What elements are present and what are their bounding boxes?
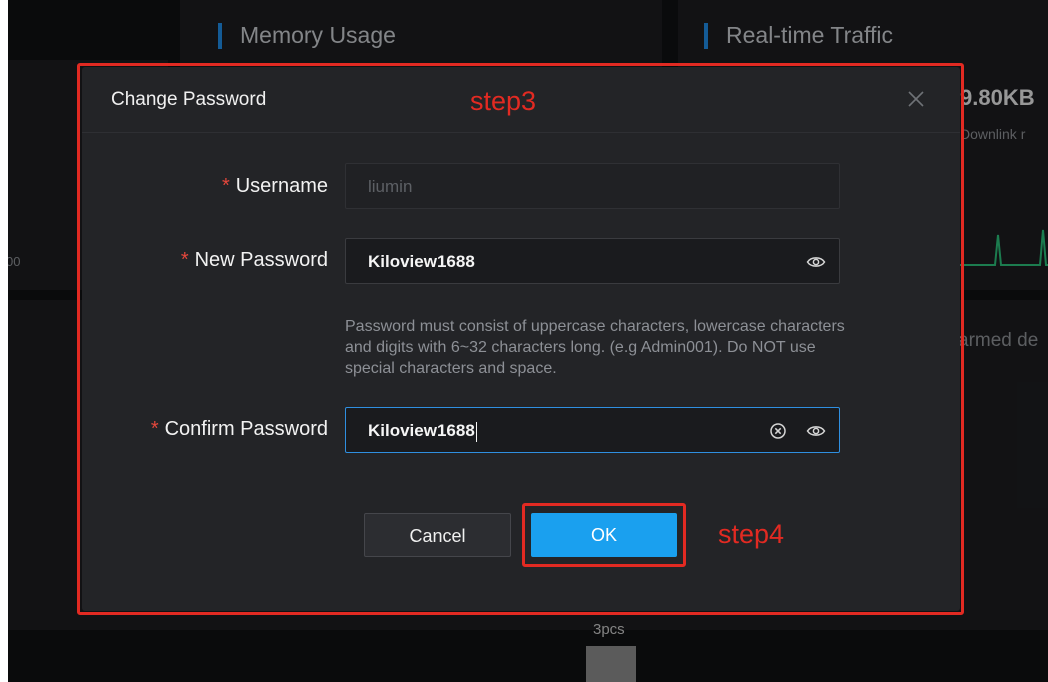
confirm-password-field[interactable]: Kiloview1688 xyxy=(345,407,840,453)
username-label-text: Username xyxy=(235,175,328,197)
required-mark: * xyxy=(221,175,230,197)
step3-label: step3 xyxy=(470,86,537,116)
username-value: liumin xyxy=(368,177,413,196)
username-label: * Username xyxy=(222,175,328,198)
new-password-label-text: New Password xyxy=(194,249,328,271)
dialog-title: Change Password xyxy=(111,89,267,110)
confirm-password-label: * Confirm Password xyxy=(151,418,328,441)
new-password-value: Kiloview1688 xyxy=(368,252,475,271)
password-hint: Password must consist of uppercase chara… xyxy=(345,318,845,377)
required-mark: * xyxy=(150,418,159,440)
step4-label: step4 xyxy=(718,519,785,549)
new-password-field[interactable]: Kiloview1688 xyxy=(345,238,840,284)
text-caret xyxy=(475,421,477,442)
clear-icon[interactable] xyxy=(768,421,788,441)
change-password-dialog: Change Password * Username liumin * New Pa… xyxy=(82,67,960,611)
close-icon-glyph xyxy=(908,91,924,107)
username-field: liumin xyxy=(345,163,840,209)
eye-icon[interactable] xyxy=(806,252,826,272)
new-password-label: * New Password xyxy=(181,249,328,272)
close-icon[interactable] xyxy=(902,85,930,113)
cancel-button[interactable]: Cancel xyxy=(364,513,511,557)
confirm-password-label-text: Confirm Password xyxy=(164,418,328,440)
confirm-password-text: Kiloview1688 xyxy=(368,421,475,440)
ok-button[interactable]: OK xyxy=(531,513,677,557)
required-mark: * xyxy=(180,249,189,271)
eye-icon[interactable] xyxy=(806,421,826,441)
confirm-password-value: Kiloview1688 xyxy=(368,421,477,442)
